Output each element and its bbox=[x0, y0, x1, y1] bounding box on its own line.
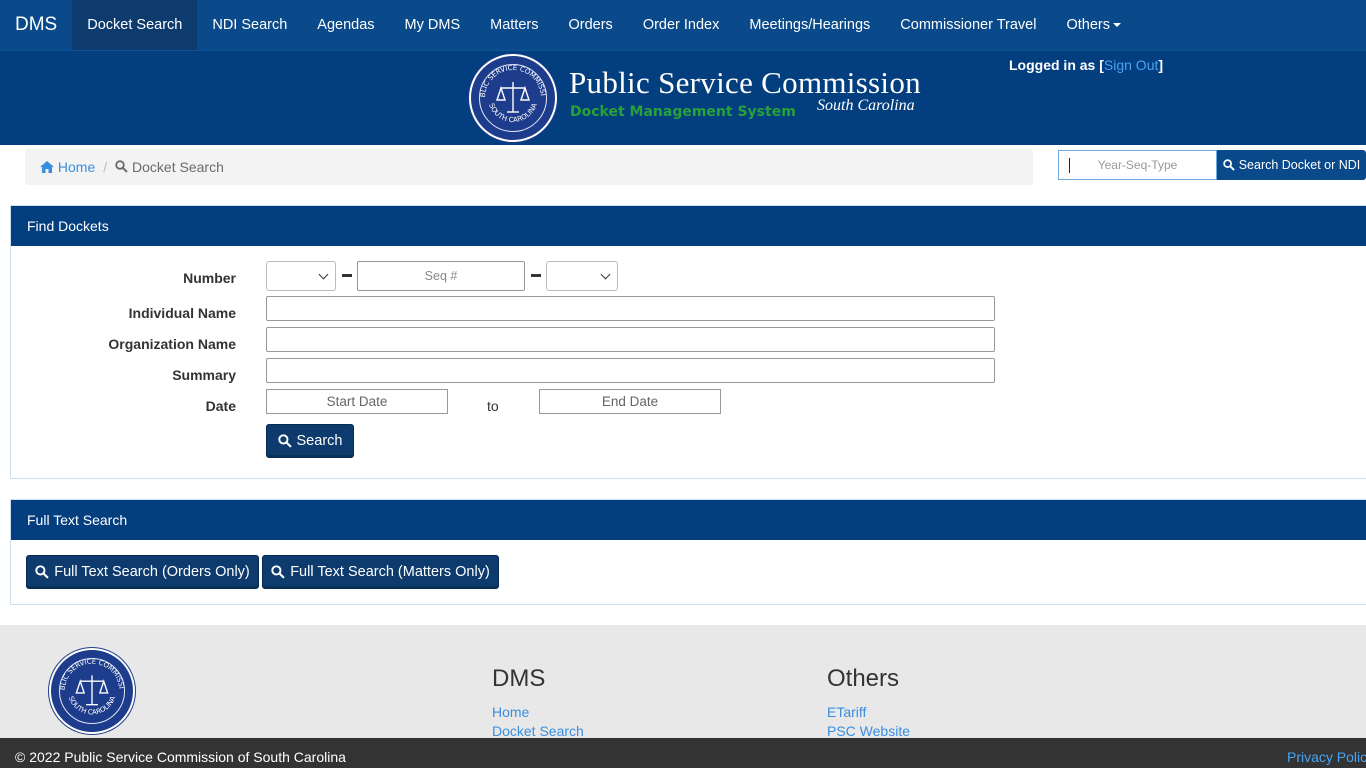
copyright-text: © 2022 Public Service Commission of Sout… bbox=[15, 749, 346, 765]
number-dash bbox=[342, 274, 352, 277]
number-label: Number bbox=[183, 270, 236, 286]
chevron-down-icon bbox=[318, 269, 329, 280]
breadcrumb-home-label: Home bbox=[57, 159, 96, 175]
header-banner: PUBLIC SERVICE COMMISSION SOUTH CAROLINA… bbox=[0, 50, 1366, 145]
individual-name-label: Individual Name bbox=[128, 305, 236, 321]
scales-icon bbox=[75, 675, 109, 706]
year-select[interactable] bbox=[266, 261, 336, 291]
full-text-orders-button[interactable]: Full Text Search (Orders Only) bbox=[26, 555, 259, 589]
breadcrumb-home[interactable]: Home bbox=[40, 159, 95, 175]
nav-meetings-hearings[interactable]: Meetings/Hearings bbox=[734, 0, 885, 50]
login-prefix: Logged in as [ bbox=[1009, 57, 1104, 73]
bottom-bar: © 2022 Public Service Commission of Sout… bbox=[0, 738, 1366, 768]
search-icon bbox=[277, 434, 292, 448]
login-status: Logged in as [Sign Out] bbox=[1009, 57, 1163, 73]
search-icon bbox=[1222, 159, 1235, 171]
end-date-input[interactable]: End Date bbox=[539, 389, 721, 414]
footer-link-home[interactable]: Home bbox=[492, 704, 529, 720]
nav-docket-search[interactable]: Docket Search bbox=[72, 0, 198, 50]
nav-commissioner-travel[interactable]: Commissioner Travel bbox=[885, 0, 1051, 50]
date-label: Date bbox=[205, 398, 236, 414]
text-cursor bbox=[1069, 158, 1070, 173]
footer-link-etariff[interactable]: ETariff bbox=[827, 704, 866, 720]
find-dockets-heading: Find Dockets bbox=[11, 206, 1366, 246]
organization-name-input[interactable] bbox=[266, 327, 995, 352]
search-icon bbox=[271, 565, 285, 579]
nav-agendas[interactable]: Agendas bbox=[302, 0, 389, 50]
start-date-input[interactable]: Start Date bbox=[266, 389, 448, 414]
quick-search-input[interactable]: Year-Seq-Type bbox=[1058, 150, 1217, 180]
footer-link-docket-search[interactable]: Docket Search bbox=[492, 723, 584, 739]
footer-dms-heading: DMS bbox=[492, 665, 546, 692]
breadcrumb-current-label: Docket Search bbox=[132, 159, 224, 175]
breadcrumb: Home / Docket Search bbox=[25, 149, 1033, 185]
svg-text:PUBLIC SERVICE COMMISSION: PUBLIC SERVICE COMMISSION bbox=[469, 54, 547, 98]
number-dash bbox=[531, 274, 541, 277]
banner-state: South Carolina bbox=[817, 97, 915, 114]
search-button[interactable]: Search bbox=[266, 424, 354, 458]
home-icon bbox=[40, 161, 54, 173]
summary-label: Summary bbox=[172, 367, 236, 383]
full-text-search-panel: Full Text Search bbox=[10, 499, 1366, 605]
search-icon bbox=[115, 160, 128, 173]
breadcrumb-separator: / bbox=[103, 159, 108, 175]
login-suffix: ] bbox=[1158, 57, 1164, 73]
seq-number-input[interactable]: Seq # bbox=[357, 261, 525, 291]
banner-subtitle: Docket Management System bbox=[570, 104, 796, 120]
nav-matters[interactable]: Matters bbox=[475, 0, 553, 50]
nav-my-dms[interactable]: My DMS bbox=[390, 0, 476, 50]
caret-down-icon bbox=[1112, 23, 1121, 27]
individual-name-input[interactable] bbox=[266, 296, 995, 321]
summary-input[interactable] bbox=[266, 358, 995, 383]
scales-icon bbox=[496, 82, 530, 113]
psc-seal-logo[interactable]: PUBLIC SERVICE COMMISSION SOUTH CAROLINA bbox=[469, 54, 557, 142]
type-select[interactable] bbox=[546, 261, 618, 291]
search-button-label: Search bbox=[296, 433, 343, 449]
search-icon bbox=[35, 565, 49, 579]
seal-top-text: PUBLIC SERVICE COMMISSION bbox=[469, 54, 547, 98]
full-text-search-heading: Full Text Search bbox=[11, 500, 1366, 540]
full-text-orders-label: Full Text Search (Orders Only) bbox=[54, 564, 250, 580]
brand-link[interactable]: DMS bbox=[0, 0, 72, 50]
chevron-down-icon bbox=[600, 269, 611, 280]
privacy-policy-link[interactable]: Privacy Policy bbox=[1287, 749, 1366, 765]
svg-text:PUBLIC SERVICE COMMISSION: PUBLIC SERVICE COMMISSION bbox=[49, 648, 125, 691]
nav-others-dropdown[interactable]: Others bbox=[1051, 0, 1136, 50]
full-text-matters-button[interactable]: Full Text Search (Matters Only) bbox=[262, 555, 499, 589]
nav-orders[interactable]: Orders bbox=[553, 0, 627, 50]
footer-link-psc-website[interactable]: PSC Website bbox=[827, 723, 910, 739]
nav-order-index[interactable]: Order Index bbox=[628, 0, 735, 50]
search-docket-or-ndi-label: Search Docket or NDI bbox=[1238, 158, 1361, 172]
breadcrumb-current: Docket Search bbox=[115, 159, 224, 175]
quick-search-placeholder: Year-Seq-Type bbox=[1097, 158, 1178, 172]
organization-name-label: Organization Name bbox=[108, 336, 236, 352]
date-to-label: to bbox=[487, 398, 499, 414]
footer-others-heading: Others bbox=[827, 665, 900, 692]
full-text-matters-label: Full Text Search (Matters Only) bbox=[290, 564, 490, 580]
footer: PUBLIC SERVICE COMMISSION SOUTH CAROLINA… bbox=[0, 625, 1366, 739]
sign-out-link[interactable]: Sign Out bbox=[1104, 57, 1158, 73]
nav-others-label: Others bbox=[1066, 17, 1110, 33]
footer-seal-logo: PUBLIC SERVICE COMMISSION SOUTH CAROLINA bbox=[49, 648, 135, 734]
nav-ndi-search[interactable]: NDI Search bbox=[197, 0, 302, 50]
top-navbar: DMS Docket Search NDI Search Agendas My … bbox=[0, 0, 1366, 50]
banner-title: Public Service Commission bbox=[569, 65, 921, 100]
footer-seal-top-text: PUBLIC SERVICE COMMISSION bbox=[49, 648, 125, 691]
search-docket-or-ndi-button[interactable]: Search Docket or NDI bbox=[1217, 150, 1366, 180]
